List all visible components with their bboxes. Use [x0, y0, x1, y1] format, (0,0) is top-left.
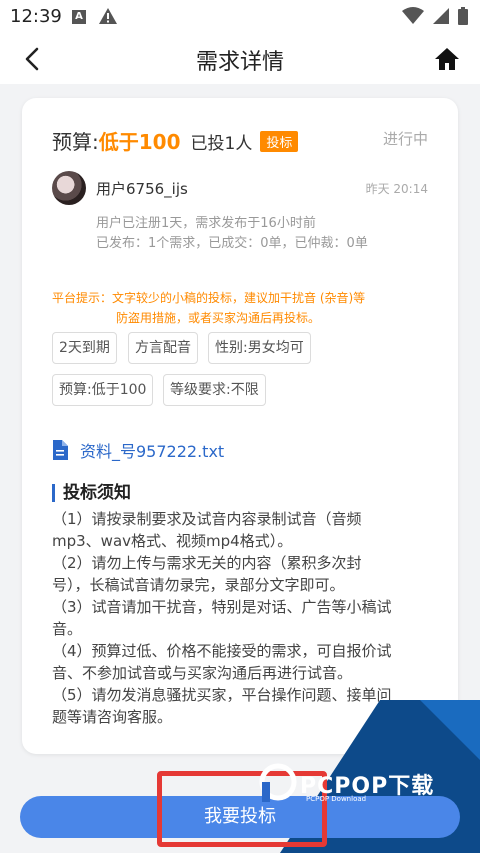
- tag-deadline: 2天到期: [52, 332, 117, 364]
- status-time: 12:39: [10, 6, 62, 27]
- notice-line: 音。: [52, 620, 83, 638]
- status-bar: 12:39 A: [0, 0, 480, 34]
- wifi-icon: [402, 7, 424, 24]
- platform-tip-line1: 平台提示：文字较少的小稿的投标，建议加干扰音 (杂音)等: [52, 291, 366, 305]
- attachment-file-name[interactable]: 资料_号957222.txt: [80, 438, 224, 462]
- budget-row: 预算: 低于100 已投1人 投标: [52, 126, 299, 155]
- page-title: 需求详情: [195, 50, 284, 75]
- avatar[interactable]: [52, 171, 86, 205]
- notice-line: （3）试音请加干扰音，特别是对话、广告等小稿试: [52, 598, 392, 616]
- top-navbar: 需求详情: [0, 34, 480, 84]
- notice-title: 投标须知: [52, 484, 131, 502]
- tag-gender: 性别:男女均可: [208, 332, 311, 364]
- notice-line: 号），长稿试音请勿录完，录部分文字即可。: [52, 576, 345, 594]
- battery-icon: [458, 7, 468, 25]
- budget-value: 低于100: [98, 130, 181, 154]
- platform-tip: 平台提示：文字较少的小稿的投标，建议加干扰音 (杂音)等 防盗用措施，或者买家沟…: [52, 288, 442, 328]
- notice-line: mp3、wav格式、视频mp4格式）。: [52, 532, 293, 550]
- bid-count: 已投1人: [190, 134, 253, 154]
- status-badge: 进行中: [382, 130, 428, 148]
- notice-line: （1）请按录制要求及试音内容录制试音（音频: [52, 510, 362, 528]
- home-icon[interactable]: [432, 44, 462, 74]
- watermark-logo-icon: [259, 763, 297, 802]
- notice-line: 音、不参加试音或与买家沟通后再进行试音。: [52, 664, 353, 682]
- notification-a-icon: A: [72, 10, 86, 24]
- user-registration-info: 用户已注册1天，需求发布于16小时前: [96, 216, 316, 231]
- user-stats-info: 已发布：1个需求，已成交：0单，已仲裁：0单: [96, 236, 368, 251]
- tag-level: 等级要求:不限: [163, 374, 266, 406]
- signal-icon: [433, 8, 449, 24]
- notice-line: （2）请勿上传与需求无关的内容（累积多次封: [52, 554, 362, 572]
- tag-dialect: 方言配音: [128, 332, 198, 364]
- watermark-subtext: PCPOP Download: [306, 795, 367, 803]
- platform-tip-line2: 防盗用措施，或者买家沟通后再投标。: [116, 311, 321, 325]
- post-time: 昨天 20:14: [365, 182, 428, 196]
- budget-label: 预算:: [52, 130, 99, 154]
- document-icon: [53, 440, 68, 460]
- attachment-file[interactable]: 资料_号957222.txt: [52, 438, 224, 462]
- username[interactable]: 用户6756_ijs: [96, 178, 188, 199]
- notice-line: （4）预算过低、价格不能接受的需求，可自报价试: [52, 642, 392, 660]
- notice-body: （1）请按录制要求及试音内容录制试音（音频 mp3、wav格式、视频mp4格式）…: [52, 508, 444, 728]
- tag-budget: 预算:低于100: [52, 374, 154, 406]
- bid-type-badge: 投标: [260, 131, 299, 152]
- demand-detail-card: 预算: 低于100 已投1人 投标 进行中 用户6756_ijs 昨天 20:1…: [22, 98, 458, 754]
- warning-icon: [99, 8, 117, 24]
